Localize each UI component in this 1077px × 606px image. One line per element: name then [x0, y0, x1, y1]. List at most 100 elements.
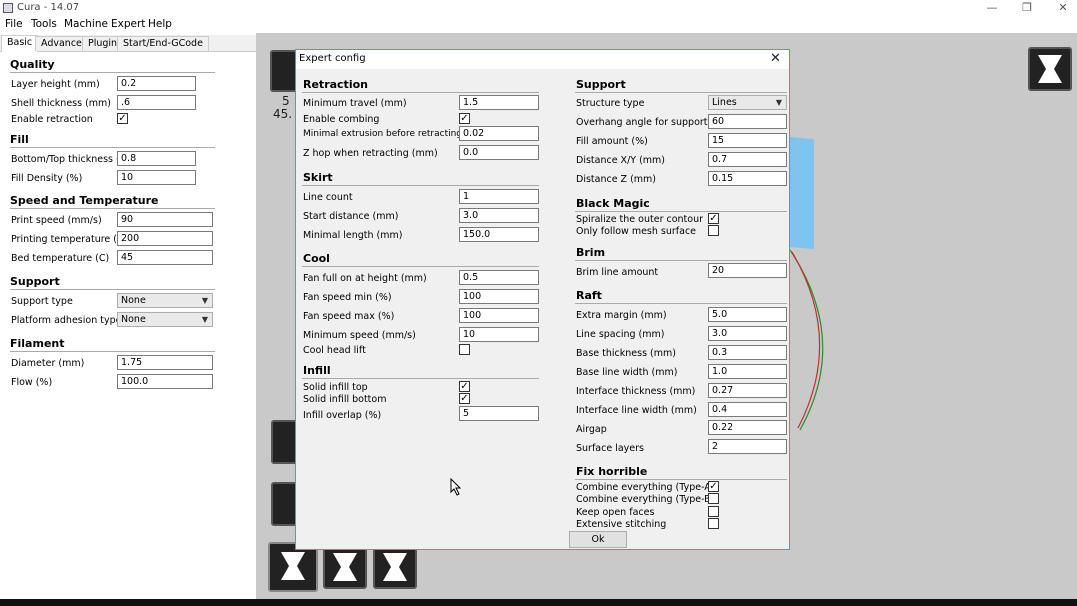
extra-margin-label: Extra margin (mm) — [576, 310, 667, 321]
combine-type-b-checkbox[interactable] — [708, 493, 719, 504]
airgap-label: Airgap — [576, 424, 607, 435]
flow-input[interactable]: 100.0 — [117, 374, 213, 389]
fan-full-height-input[interactable]: 0.5 — [459, 270, 539, 285]
fan-speed-min-input[interactable]: 100 — [459, 289, 539, 304]
dialog-title-bar — [296, 50, 789, 69]
section-filament: Filament — [10, 337, 65, 350]
dialog-close-button[interactable]: ✕ — [770, 51, 781, 66]
extensive-stitching-label: Extensive stitching — [576, 519, 667, 530]
enable-combing-label: Enable combing — [303, 114, 380, 125]
fill-density-label: Fill Density (%) — [11, 173, 83, 184]
platform-adhesion-select[interactable]: None ▼ — [117, 312, 213, 327]
section-cool: Cool — [303, 252, 330, 265]
combine-type-b-label: Combine everything (Type-B) — [576, 494, 715, 505]
base-line-width-input[interactable]: 1.0 — [708, 364, 787, 379]
minimal-length-input[interactable]: 150.0 — [459, 227, 539, 242]
combine-type-a-checkbox[interactable]: ✓ — [708, 481, 719, 492]
structure-type-label: Structure type — [576, 98, 645, 109]
diameter-input[interactable]: 1.75 — [117, 355, 213, 370]
cool-head-lift-checkbox[interactable] — [459, 344, 470, 355]
shell-thickness-label: Shell thickness (mm) — [11, 98, 112, 109]
minimum-speed-input[interactable]: 10 — [459, 327, 539, 342]
menu-help[interactable]: Help — [148, 18, 172, 30]
close-button[interactable]: ✕ — [1048, 0, 1077, 16]
distance-z-input[interactable]: 0.15 — [708, 171, 787, 186]
fill-density-input[interactable]: 10 — [117, 170, 196, 185]
section-fix-horrible: Fix horrible — [576, 465, 648, 478]
minimal-extrusion-input[interactable]: 0.02 — [459, 126, 539, 141]
section-fill: Fill — [10, 133, 29, 146]
divider — [302, 92, 539, 93]
enable-retraction-checkbox[interactable]: ✓ — [117, 113, 128, 124]
divider — [302, 266, 539, 267]
solid-infill-bottom-checkbox[interactable]: ✓ — [459, 393, 470, 404]
restore-button[interactable]: ❐ — [1012, 0, 1042, 16]
enable-combing-checkbox[interactable]: ✓ — [459, 113, 470, 124]
mouse-cursor-icon — [450, 478, 462, 496]
structure-type-select[interactable]: Lines ▼ — [708, 95, 787, 110]
distance-xy-input[interactable]: 0.7 — [708, 152, 787, 167]
extra-margin-input[interactable]: 5.0 — [708, 307, 787, 322]
section-support: Support — [10, 275, 60, 288]
z-hop-label: Z hop when retracting (mm) — [303, 148, 438, 159]
divider — [10, 351, 215, 352]
printing-temperature-input[interactable]: 200 — [117, 231, 213, 246]
tab-basic[interactable]: Basic — [1, 35, 39, 52]
ok-button[interactable]: Ok — [569, 531, 627, 548]
start-distance-input[interactable]: 3.0 — [459, 208, 539, 223]
bed-temperature-input[interactable]: 45 — [117, 250, 213, 265]
menu-expert[interactable]: Expert — [111, 18, 145, 30]
enable-retraction-label: Enable retraction — [11, 114, 93, 125]
overhang-angle-input[interactable]: 60 — [708, 114, 787, 129]
interface-thickness-input[interactable]: 0.27 — [708, 383, 787, 398]
chevron-down-icon: ▼ — [201, 296, 208, 305]
z-hop-input[interactable]: 0.0 — [459, 145, 539, 160]
bottom-top-thickness-input[interactable]: 0.8 — [117, 151, 196, 166]
cool-head-lift-label: Cool head lift — [303, 345, 366, 356]
section-speed-temperature: Speed and Temperature — [10, 194, 159, 207]
print-speed-label: Print speed (mm/s) — [11, 215, 102, 226]
fill-amount-label: Fill amount (%) — [576, 136, 648, 147]
solid-infill-top-checkbox[interactable]: ✓ — [459, 381, 470, 392]
structure-type-value: Lines — [712, 97, 737, 108]
view-mode-icon[interactable] — [1028, 47, 1072, 91]
brim-line-amount-input[interactable]: 20 — [708, 263, 787, 278]
menu-file[interactable]: File — [5, 18, 23, 30]
printing-temperature-label: Printing temperature (C) — [11, 234, 128, 245]
line-count-input[interactable]: 1 — [459, 189, 539, 204]
support-type-value: None — [121, 295, 146, 306]
fill-amount-input[interactable]: 15 — [708, 133, 787, 148]
support-type-select[interactable]: None ▼ — [117, 293, 213, 308]
minimize-button[interactable]: — — [977, 0, 1007, 16]
chevron-down-icon: ▼ — [201, 315, 208, 324]
section-retraction: Retraction — [303, 78, 368, 91]
infill-overlap-input[interactable]: 5 — [459, 406, 539, 421]
line-spacing-input[interactable]: 3.0 — [708, 326, 787, 341]
brim-line-amount-label: Brim line amount — [576, 267, 659, 278]
print-speed-input[interactable]: 90 — [117, 212, 213, 227]
interface-line-width-input[interactable]: 0.4 — [708, 402, 787, 417]
tab-start-end-gcode[interactable]: Start/End-GCode — [117, 36, 209, 51]
mirror-icon[interactable] — [373, 545, 417, 589]
model-object[interactable] — [788, 136, 814, 250]
keep-open-faces-checkbox[interactable] — [708, 506, 719, 517]
divider — [10, 208, 215, 209]
distance-z-label: Distance Z (mm) — [576, 174, 657, 185]
menu-machine[interactable]: Machine — [64, 18, 108, 30]
airgap-input[interactable]: 0.22 — [708, 420, 787, 435]
base-thickness-input[interactable]: 0.3 — [708, 345, 787, 360]
start-distance-label: Start distance (mm) — [303, 211, 399, 222]
surface-layers-input[interactable]: 2 — [708, 439, 787, 454]
menu-tools[interactable]: Tools — [31, 18, 57, 30]
scale-icon[interactable] — [323, 545, 367, 589]
section-infill: Infill — [303, 364, 331, 377]
extensive-stitching-checkbox[interactable] — [708, 518, 719, 529]
spiralize-checkbox[interactable]: ✓ — [708, 213, 719, 224]
follow-mesh-checkbox[interactable] — [708, 225, 719, 236]
layer-height-input[interactable]: 0.2 — [117, 76, 196, 91]
minimal-length-label: Minimal length (mm) — [303, 230, 403, 241]
window-title: Cura - 14.07 — [17, 2, 80, 13]
fan-speed-max-input[interactable]: 100 — [459, 308, 539, 323]
minimum-travel-input[interactable]: 1.5 — [459, 95, 539, 110]
shell-thickness-input[interactable]: .6 — [117, 95, 196, 110]
